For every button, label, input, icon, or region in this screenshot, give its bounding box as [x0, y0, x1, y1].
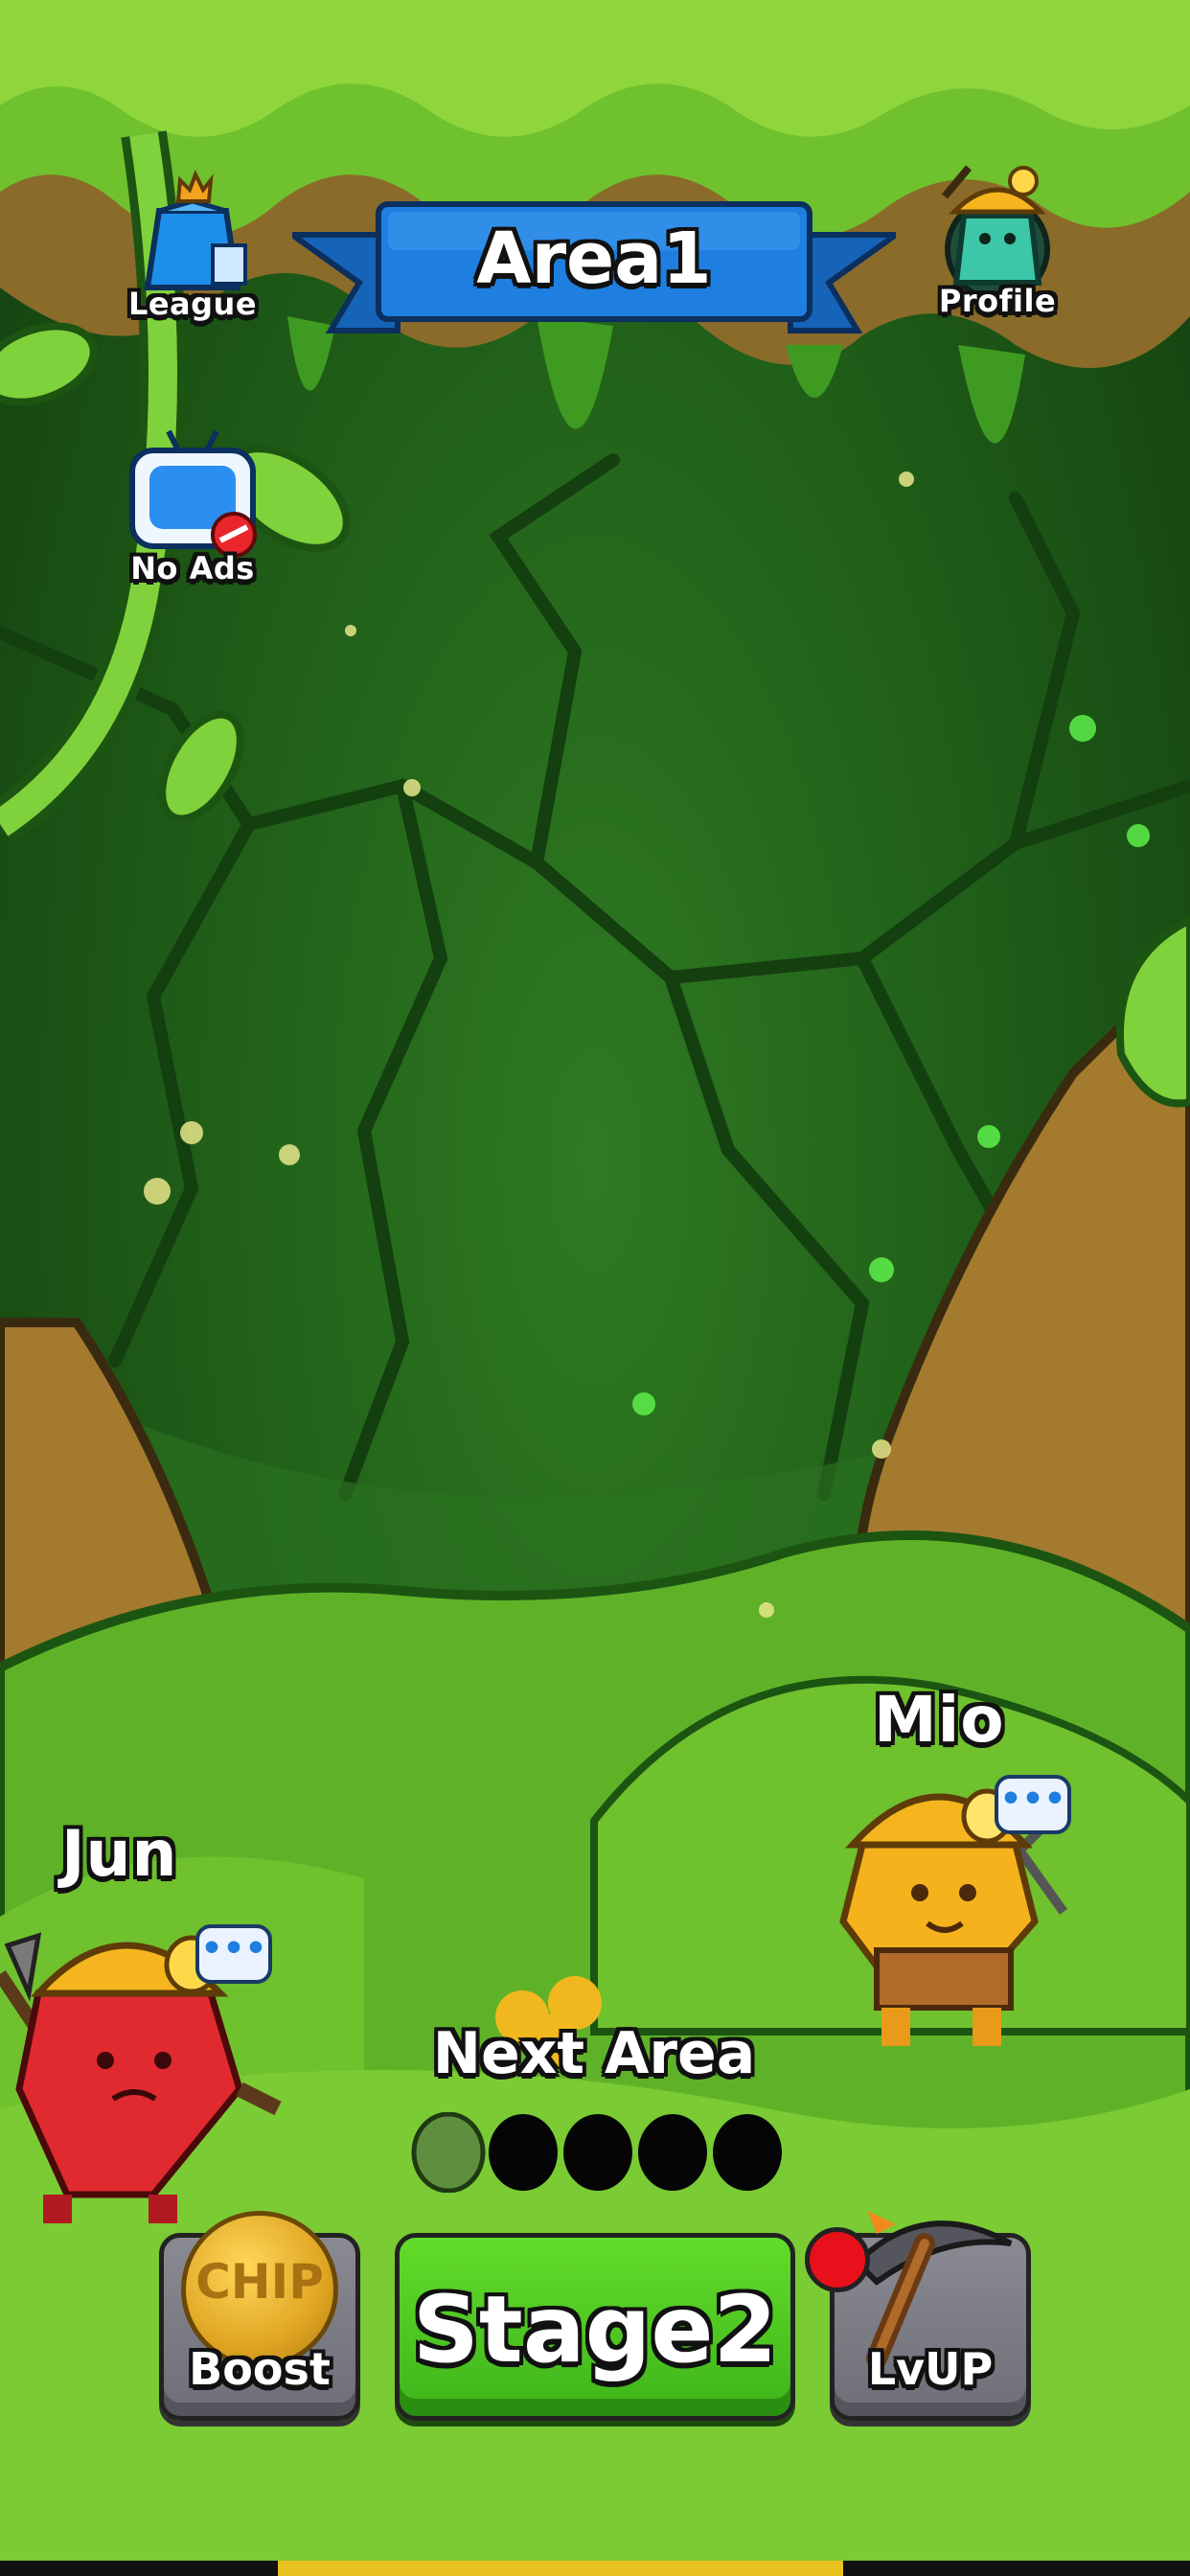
stage-button[interactable]: Stage2	[395, 2233, 795, 2421]
progress-slot-empty	[489, 2114, 558, 2191]
miner-avatar-icon	[941, 165, 1050, 302]
character-name-right: Mio	[874, 1683, 1005, 1757]
progress-slot-filled	[411, 2111, 486, 2194]
boost-button[interactable]: CHIP Boost	[159, 2211, 360, 2421]
tv-no-ads-icon	[129, 429, 257, 558]
area-banner: Area1	[292, 196, 896, 340]
notification-dot	[805, 2227, 870, 2292]
stage-label: Stage2	[412, 2276, 778, 2383]
ellipsis-icon: •••	[200, 1929, 267, 1968]
area-progress-slots	[410, 2111, 793, 2194]
no-ads-button[interactable]: No Ads	[121, 422, 264, 594]
chat-bubble-right[interactable]: •••	[995, 1775, 1071, 1834]
profile-button[interactable]: Profile	[926, 158, 1069, 326]
next-area-label: Next Area	[432, 2020, 756, 2087]
boost-label: Boost	[189, 2343, 331, 2395]
profile-label: Profile	[938, 283, 1057, 319]
no-ads-label: No Ads	[130, 550, 255, 586]
progress-slot-empty	[638, 2114, 707, 2191]
progress-slot-empty	[563, 2114, 632, 2191]
game-scene: Area1 League Profile No Ads Jun ••• Mio …	[0, 0, 1190, 2576]
ellipsis-icon: •••	[999, 1780, 1066, 1819]
progress-slot-empty	[713, 2114, 782, 2191]
character-name-left: Jun	[61, 1817, 178, 1891]
chat-bubble-left[interactable]: •••	[195, 1924, 272, 1984]
lvup-label: LvUP	[867, 2343, 994, 2395]
area-title: Area1	[476, 218, 712, 300]
league-label: League	[127, 286, 258, 322]
league-button[interactable]: League	[121, 163, 264, 326]
